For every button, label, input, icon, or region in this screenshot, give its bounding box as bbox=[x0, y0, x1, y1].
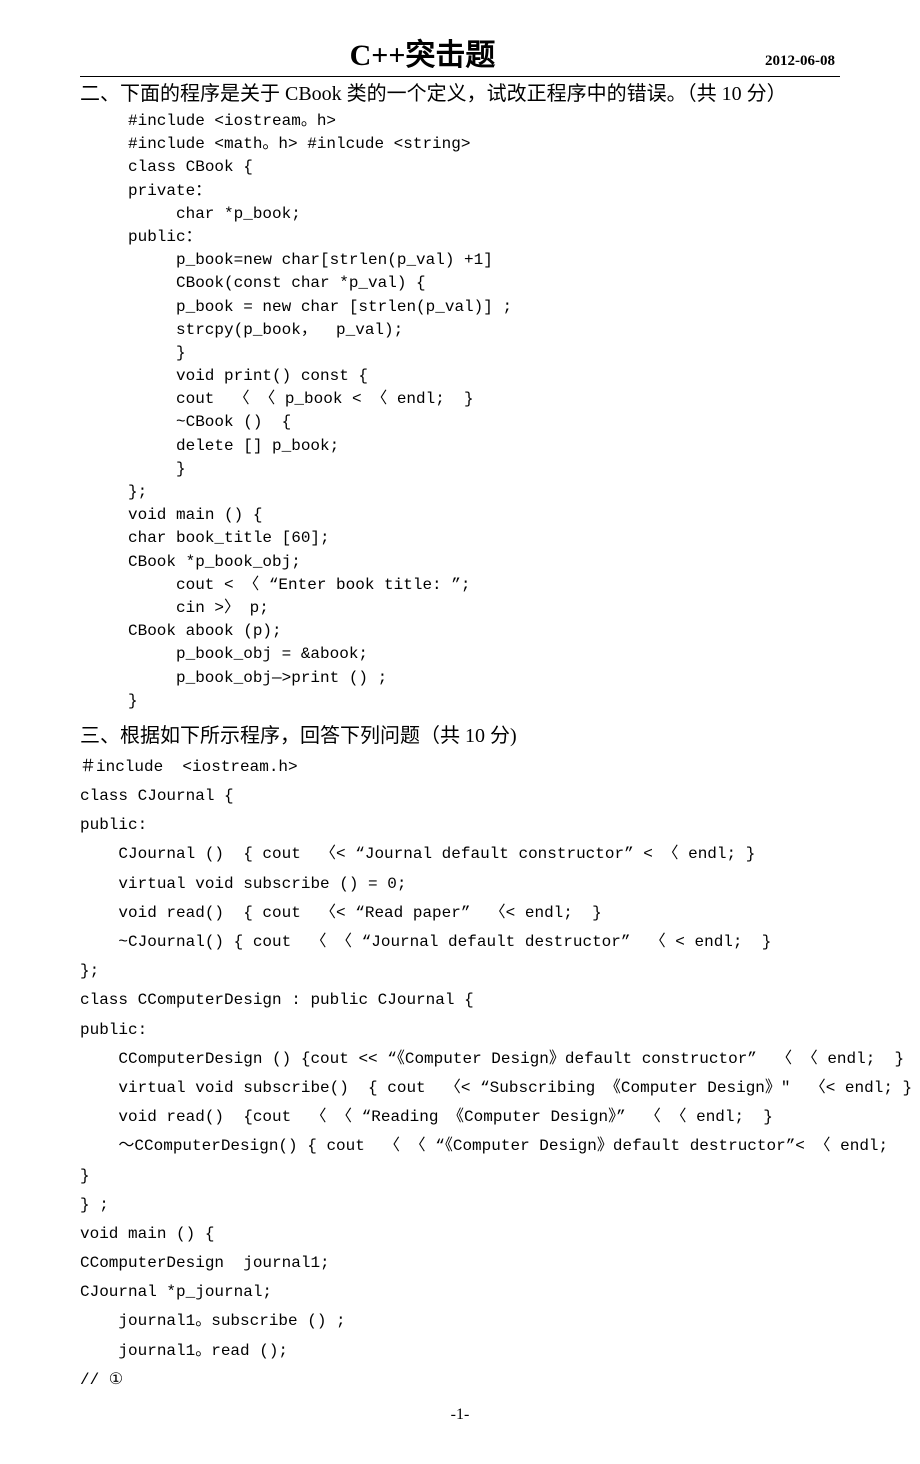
code-line: cout < 〈 “Enter book title: ”; bbox=[80, 574, 840, 597]
page: C++突击题 2012-06-08 二、下面的程序是关于 CBook 类的一个定… bbox=[0, 0, 920, 1464]
code-line: CComputerDesign journal1; bbox=[80, 1252, 840, 1275]
code-line: char *p_book; bbox=[80, 203, 840, 226]
code-line: cout 〈 〈 p_book < 〈 endl; } bbox=[80, 388, 840, 411]
code-line: void main () { bbox=[80, 1223, 840, 1246]
code-line: ~CJournal() { cout 〈 〈 “Journal default … bbox=[80, 931, 840, 954]
code-line: private： bbox=[80, 180, 840, 203]
page-number: -1- bbox=[80, 1406, 840, 1424]
code-line: journal1。subscribe () ; bbox=[80, 1310, 840, 1333]
code-line: void read() {cout 〈 〈 “Reading 《Computer… bbox=[80, 1106, 840, 1129]
code-line: } bbox=[80, 690, 840, 713]
code-line: // ① bbox=[80, 1369, 840, 1392]
code-line: cin >〉 p; bbox=[80, 597, 840, 620]
code-line: #include <iostream。h> bbox=[80, 110, 840, 133]
code-line: CComputerDesign () {cout << “《Computer D… bbox=[80, 1048, 840, 1071]
page-title: C++突击题 bbox=[80, 30, 765, 74]
code-line: p_book_obj = &abook; bbox=[80, 643, 840, 666]
code-line: } ; bbox=[80, 1194, 840, 1217]
page-date: 2012-06-08 bbox=[765, 53, 840, 70]
code-line: class CJournal { bbox=[80, 785, 840, 808]
code-line: } bbox=[80, 458, 840, 481]
code-line: journal1。read (); bbox=[80, 1340, 840, 1363]
code-line: }; bbox=[80, 481, 840, 504]
code-line: void read() { cout 〈< “Read paper” 〈< en… bbox=[80, 902, 840, 925]
code-line: ~CBook () { bbox=[80, 411, 840, 434]
code-line: }; bbox=[80, 960, 840, 983]
code-line: CJournal () { cout 〈< “Journal default c… bbox=[80, 843, 840, 866]
code-line: ＃include <iostream.h> bbox=[80, 756, 840, 779]
code-line: p_book=new char[strlen(p_val) +1] bbox=[80, 249, 840, 272]
code-line: } bbox=[80, 342, 840, 365]
code-line: p_book_obj—>print () ; bbox=[80, 667, 840, 690]
code-line: char book_title [60]; bbox=[80, 527, 840, 550]
code-line: virtual void subscribe () = 0; bbox=[80, 873, 840, 896]
code-line: p_book = new char [strlen(p_val)] ; bbox=[80, 296, 840, 319]
code-line: delete [] p_book; bbox=[80, 435, 840, 458]
section-2-code: #include <iostream。h> #include <math。h> … bbox=[80, 110, 840, 713]
code-line: class CComputerDesign : public CJournal … bbox=[80, 989, 840, 1012]
section-3-heading: 三、根据如下所示程序，回答下列问题（共 10 分) bbox=[80, 723, 840, 750]
code-line: public: bbox=[80, 1019, 840, 1042]
code-line: class CBook { bbox=[80, 156, 840, 179]
code-line: CBook(const char *p_val) { bbox=[80, 272, 840, 295]
code-line: strcpy(p_book， p_val); bbox=[80, 319, 840, 342]
section-2-heading: 二、下面的程序是关于 CBook 类的一个定义，试改正程序中的错误。（共 10 … bbox=[80, 81, 840, 108]
code-line: public: bbox=[80, 814, 840, 837]
code-line: virtual void subscribe() { cout 〈< “Subs… bbox=[80, 1077, 840, 1100]
code-line: public： bbox=[80, 226, 840, 249]
section-3-code: ＃include <iostream.h> class CJournal { p… bbox=[80, 756, 840, 1392]
code-line: CBook *p_book_obj; bbox=[80, 551, 840, 574]
code-line: } bbox=[80, 1165, 840, 1188]
code-line: void print() const { bbox=[80, 365, 840, 388]
code-line: CJournal *p_journal; bbox=[80, 1281, 840, 1304]
code-line: CBook abook (p); bbox=[80, 620, 840, 643]
header-row: C++突击题 2012-06-08 bbox=[80, 30, 840, 77]
code-line: #include <math。h> #inlcude <string> bbox=[80, 133, 840, 156]
code-line: void main () { bbox=[80, 504, 840, 527]
code-line: ～CComputerDesign() { cout 〈 〈 “《Computer… bbox=[80, 1135, 840, 1158]
